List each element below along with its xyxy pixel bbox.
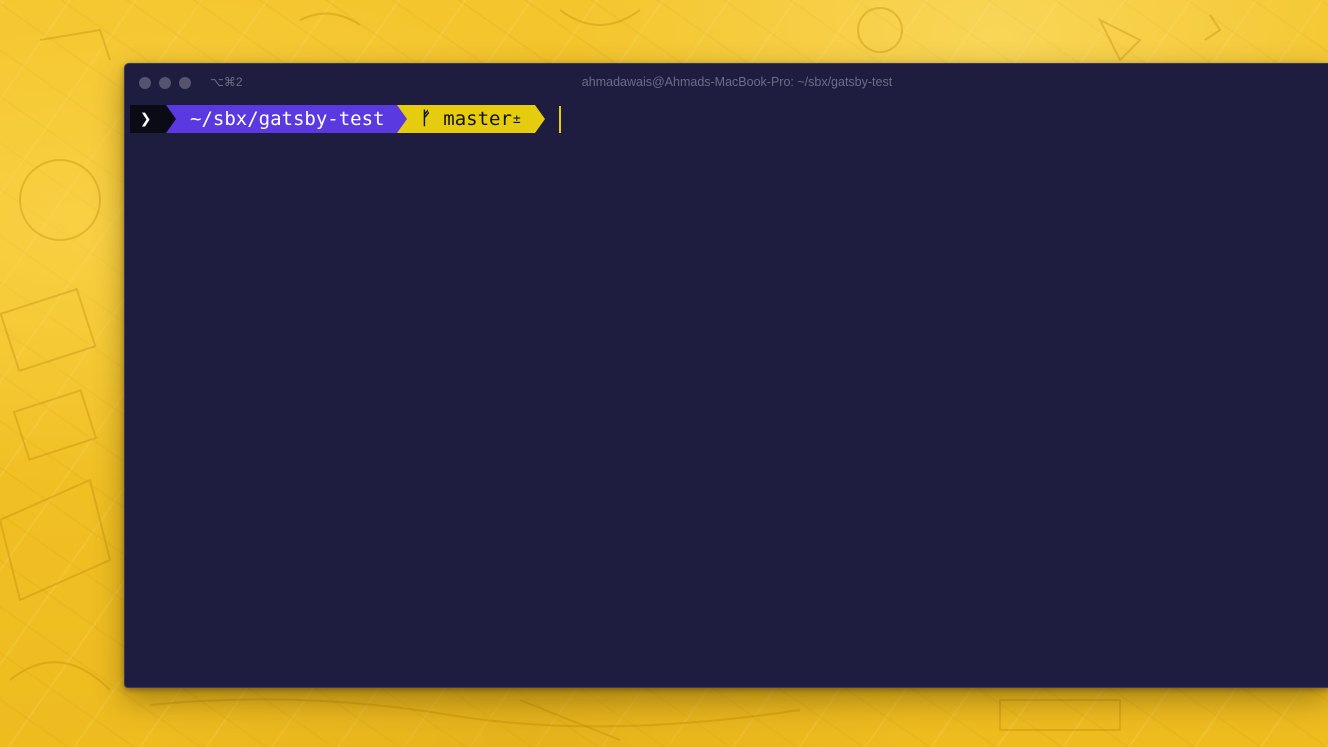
segment-separator-icon bbox=[397, 105, 408, 133]
prompt-git-segment: ᚠ master ± bbox=[397, 105, 545, 133]
git-dirty-icon: ± bbox=[512, 112, 521, 127]
git-branch-name: master bbox=[443, 108, 512, 130]
prompt-path-segment: ~/sbx/gatsby-test bbox=[166, 105, 408, 133]
segment-separator-icon bbox=[166, 105, 176, 133]
current-directory: ~/sbx/gatsby-test bbox=[190, 108, 385, 130]
segment-separator-icon bbox=[534, 105, 545, 133]
terminal-window[interactable]: ⌥⌘2 ahmadawais@Ahmads-MacBook-Pro: ~/sbx… bbox=[124, 63, 1328, 688]
git-branch-icon: ᚠ bbox=[420, 108, 432, 129]
prompt-symbol-segment: ❯ bbox=[130, 105, 176, 133]
window-titlebar[interactable]: ⌥⌘2 ahmadawais@Ahmads-MacBook-Pro: ~/sbx… bbox=[125, 64, 1328, 102]
shell-prompt: ❯ ~/sbx/gatsby-test ᚠ master ± bbox=[130, 105, 561, 133]
window-title: ahmadawais@Ahmads-MacBook-Pro: ~/sbx/gat… bbox=[581, 75, 893, 89]
terminal-cursor[interactable] bbox=[558, 105, 561, 133]
prompt-chevron-icon: ❯ bbox=[140, 108, 152, 130]
